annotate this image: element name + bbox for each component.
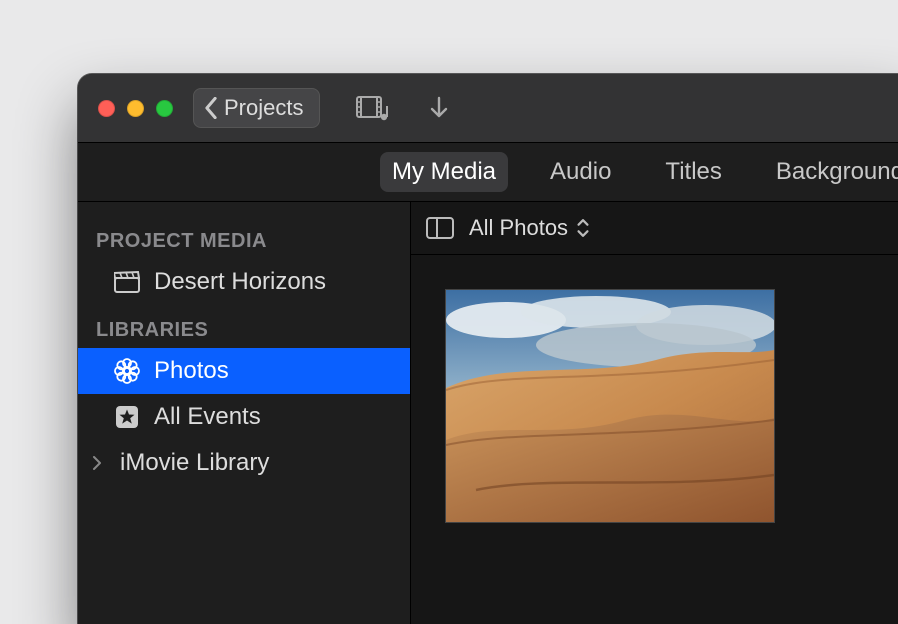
sidebar-item-photos[interactable]: Photos [78,348,410,394]
chevron-left-icon [204,97,218,119]
tab-audio[interactable]: Audio [538,152,623,192]
media-thumbnail[interactable] [445,289,775,523]
clapperboard-icon [114,269,140,295]
thumbnail-grid [411,255,898,624]
sidebar-section-project-media: PROJECT MEDIA [78,216,410,259]
download-arrow-icon [427,94,451,122]
content-filter-select[interactable]: All Photos [469,215,590,241]
main-body: PROJECT MEDIA Desert Horizons LIBRARIES [78,202,898,624]
content-header: All Photos [411,202,898,255]
sidebar-item-label: iMovie Library [120,449,269,477]
minimize-window-button[interactable] [127,100,144,117]
filmstrip-music-icon [356,94,390,122]
sidebar: PROJECT MEDIA Desert Horizons LIBRARIES [78,202,411,624]
media-import-button[interactable] [354,89,392,127]
sidebar-item-project[interactable]: Desert Horizons [78,259,410,305]
download-import-button[interactable] [420,89,458,127]
content-area: All Photos [411,202,898,624]
star-box-icon [114,404,140,430]
tab-my-media[interactable]: My Media [380,152,508,192]
close-window-button[interactable] [98,100,115,117]
app-window: Projects [78,74,898,624]
tab-titles[interactable]: Titles [653,152,733,192]
desert-photo-thumbnail [446,290,774,522]
toggle-sidebar-button[interactable] [425,215,455,241]
tab-backgrounds[interactable]: Backgrounds [764,152,898,192]
back-to-projects-button[interactable]: Projects [193,88,320,128]
sidebar-item-label: Photos [154,357,229,385]
sidebar-item-label: All Events [154,403,261,431]
up-down-chevron-icon [576,218,590,238]
sidebar-item-imovie-library[interactable]: iMovie Library [78,440,410,486]
sidebar-section-libraries: LIBRARIES [78,305,410,348]
photos-flower-icon [114,358,140,384]
media-tabs: My Media Audio Titles Backgrounds [78,143,898,202]
fullscreen-window-button[interactable] [156,100,173,117]
window-controls [98,100,173,117]
sidebar-panel-icon [426,217,454,239]
back-to-projects-label: Projects [224,95,303,121]
sidebar-item-label: Desert Horizons [154,268,326,296]
sidebar-item-all-events[interactable]: All Events [78,394,410,440]
titlebar: Projects [78,74,898,143]
chevron-right-icon [88,456,106,470]
content-filter-label: All Photos [469,215,568,241]
